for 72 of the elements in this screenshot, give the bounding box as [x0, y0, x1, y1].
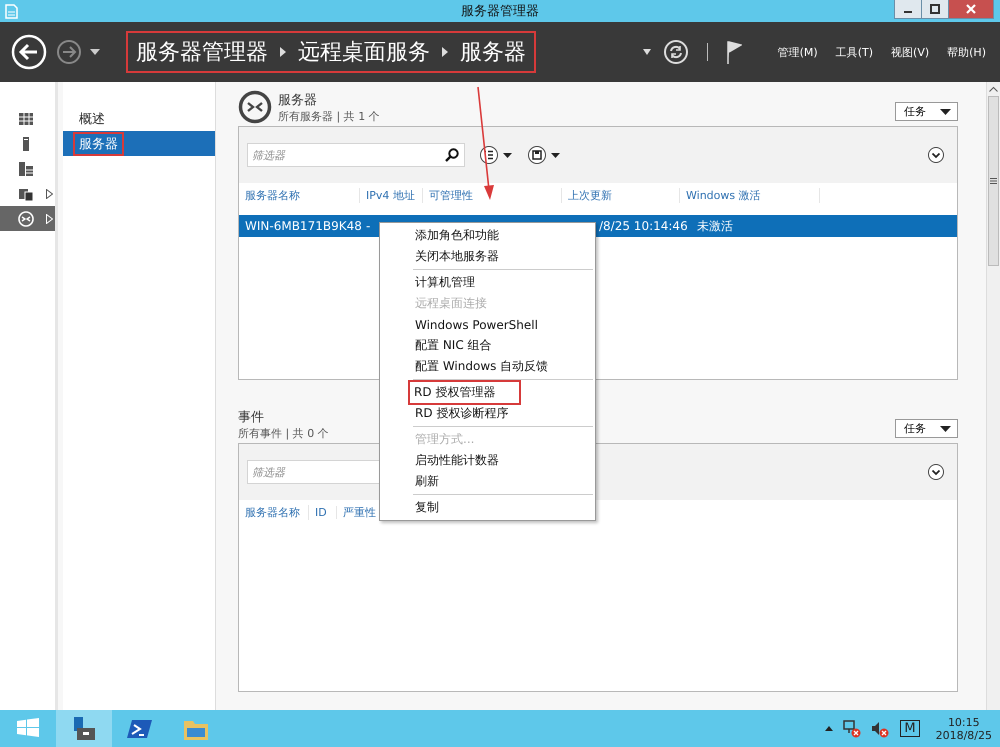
- caret-icon[interactable]: [642, 49, 651, 55]
- menu-item[interactable]: 管理(M): [778, 44, 818, 60]
- window-title: 服务器管理器: [460, 3, 540, 20]
- table-cell-text: 未激活: [696, 218, 734, 234]
- expand-icon[interactable]: [46, 188, 53, 198]
- minimize-icon[interactable]: [894, 0, 922, 19]
- menu-item[interactable]: Windows PowerShell: [380, 314, 595, 335]
- menu-item[interactable]: 帮助(H): [947, 44, 986, 60]
- menu-item[interactable]: 工具(T): [836, 44, 874, 60]
- tasks-dropdown[interactable]: 任务: [895, 419, 958, 438]
- caret-icon[interactable]: [90, 48, 100, 56]
- muted-speaker-icon[interactable]: [871, 720, 890, 738]
- remote-desktop-icon: [238, 90, 272, 124]
- caret-icon: [940, 426, 951, 432]
- column-header[interactable]: ID: [309, 506, 337, 518]
- server-manager-icon: [71, 716, 97, 742]
- close-icon[interactable]: [948, 0, 994, 19]
- menu-item[interactable]: 配置 Windows 自动反馈: [380, 356, 595, 377]
- tasks-dropdown[interactable]: 任务: [895, 102, 958, 121]
- table-cell-text: -: [365, 219, 372, 233]
- remote-desktop-icon: [18, 210, 34, 226]
- menu-item[interactable]: 关闭本地服务器: [380, 246, 595, 267]
- scrollbar[interactable]: [986, 82, 1000, 710]
- column-header[interactable]: 服务器名称: [239, 188, 360, 202]
- scroll-up-icon: [989, 86, 998, 92]
- grip-icon: [990, 178, 997, 184]
- column-header[interactable]: 上次更新: [562, 188, 680, 202]
- annotation-box: 服务器: [73, 132, 124, 156]
- menu-item[interactable]: RD 授权管理器: [408, 380, 522, 405]
- breadcrumb-item[interactable]: 远程桌面服务: [298, 37, 430, 67]
- nav-item[interactable]: 服务器: [63, 131, 215, 156]
- grid-icon: [18, 110, 34, 126]
- flag-icon[interactable]: [726, 40, 742, 64]
- rail-item[interactable]: [0, 206, 55, 231]
- menu-item[interactable]: RD 授权诊断程序: [380, 403, 595, 424]
- column-header[interactable]: IPv4 地址: [360, 188, 423, 202]
- section-subtitle: 所有服务器 | 共 1 个: [278, 109, 380, 124]
- save-icon[interactable]: [527, 145, 561, 165]
- server-icon: [18, 160, 34, 176]
- menu-item[interactable]: 配置 NIC 组合: [380, 335, 595, 356]
- breadcrumb-item[interactable]: 服务器管理器: [136, 37, 268, 67]
- clock-time[interactable]: 10:15: [936, 716, 992, 728]
- up-caret-icon[interactable]: [825, 726, 834, 731]
- clock-date[interactable]: 2018/8/25: [936, 728, 992, 742]
- section-title: 事件: [238, 409, 265, 426]
- refresh-icon[interactable]: [662, 39, 689, 65]
- scroll-thumb[interactable]: [988, 96, 999, 266]
- table-cell-text: WIN-6MB171B9K48: [244, 219, 360, 233]
- forward-icon[interactable]: [56, 39, 82, 65]
- section-subtitle: 所有事件 | 共 0 个: [238, 426, 329, 441]
- table-cell-text: /8/25 10:14:46: [598, 219, 689, 233]
- maximize-icon[interactable]: [921, 0, 949, 19]
- app-icon: [4, 3, 18, 19]
- menu-item[interactable]: 视图(V): [891, 44, 930, 60]
- chevron-icon: [280, 47, 286, 57]
- list-icon[interactable]: [479, 145, 513, 165]
- taskbar-button[interactable]: [56, 710, 112, 747]
- expand-icon[interactable]: [927, 463, 945, 481]
- nav-item[interactable]: 概述: [63, 106, 215, 131]
- filter-field[interactable]: 筛选器: [247, 143, 465, 167]
- input-indicator[interactable]: M: [900, 720, 920, 737]
- back-icon[interactable]: [10, 33, 48, 71]
- search-icon[interactable]: [445, 148, 459, 162]
- menu-item[interactable]: 计算机管理: [380, 272, 595, 293]
- section-title: 服务器: [278, 92, 318, 109]
- column-header[interactable]: Windows 激活: [680, 188, 820, 202]
- column-header[interactable]: 服务器名称: [239, 504, 309, 520]
- network-error-icon[interactable]: [843, 720, 862, 738]
- expand-icon[interactable]: [927, 146, 945, 164]
- chevron-icon: [442, 47, 448, 57]
- caret-icon: [940, 108, 951, 114]
- breadcrumb-item[interactable]: 服务器: [460, 37, 526, 67]
